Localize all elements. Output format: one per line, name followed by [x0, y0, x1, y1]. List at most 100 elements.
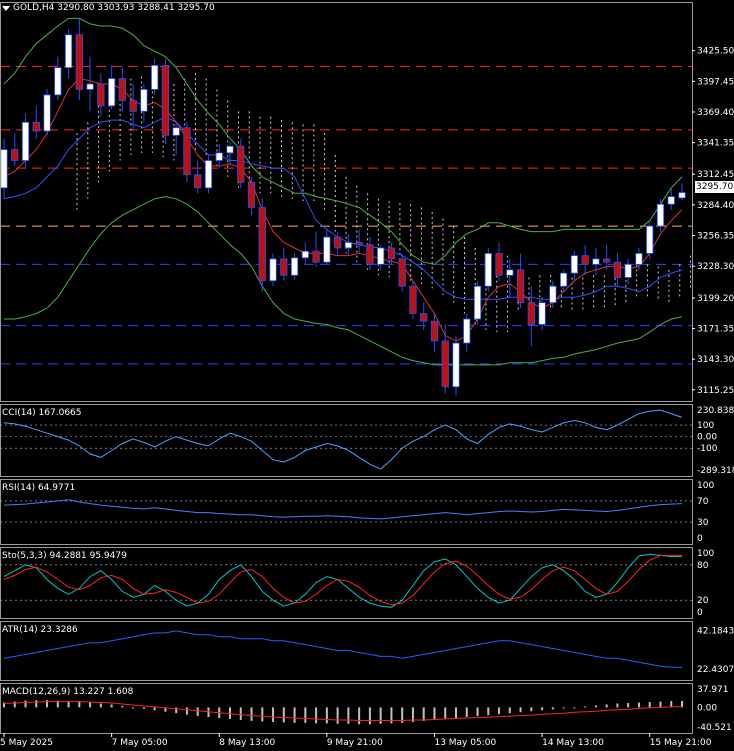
- candle: [581, 244, 589, 276]
- candle-body: [441, 340, 449, 388]
- candle-body: [43, 94, 51, 132]
- macd-bar: [110, 704, 113, 708]
- y-tick-label: 3228.30: [697, 262, 734, 272]
- macd-bar: [347, 707, 350, 724]
- y-tick-label: 3143.30: [697, 355, 734, 365]
- rsi-y-tick-label: 100: [697, 481, 714, 491]
- candle-body: [516, 269, 525, 304]
- macd-bar: [498, 707, 501, 715]
- candle: [452, 335, 460, 396]
- atr-y-tick-label: 42.1843: [697, 627, 734, 637]
- candle-body: [667, 196, 675, 205]
- candle: [247, 176, 256, 216]
- candle-body: [140, 89, 148, 112]
- macd-bar: [455, 707, 457, 719]
- candle: [43, 89, 51, 136]
- macd-bar: [465, 707, 468, 718]
- candle-body: [506, 269, 514, 276]
- y-tick-label: 3115.25: [697, 386, 734, 396]
- candle: [107, 65, 116, 110]
- x-tick-label: 9 May 21:00: [327, 738, 383, 748]
- candle-body: [86, 83, 94, 90]
- x-tick-label: 5 May 2025: [0, 738, 53, 748]
- macd-bar: [627, 703, 630, 708]
- rsi-y-tick-label: 70: [697, 497, 709, 507]
- macd-bar: [325, 707, 328, 724]
- trading-chart[interactable]: CCI(14) 167.0665 230.8381000.00-100-289.3…: [0, 0, 734, 751]
- macd-y-tick-label: -40.521: [697, 723, 732, 733]
- cci-y-tick-label: -289.318: [697, 466, 734, 476]
- candle-body: [635, 253, 643, 265]
- candle-body: [204, 160, 213, 189]
- rsi-line: [3, 499, 683, 520]
- macd-bar: [379, 707, 382, 724]
- x-tick-label: 13 May 05:00: [434, 738, 496, 748]
- y-tick-label: 3397.45: [697, 77, 734, 87]
- chart-labels: 3425.50 3397.45 3369.40 3341.35 3312.45 3284.…: [0, 47, 734, 748]
- macd-bar: [541, 707, 544, 711]
- macd-y-tick-label: 0.00: [697, 703, 717, 713]
- x-tick-label: 14 May 13:00: [542, 738, 604, 748]
- macd-bar: [272, 707, 275, 722]
- candle-body: [258, 207, 266, 282]
- candle-body: [656, 203, 665, 227]
- macd-bar: [239, 707, 242, 720]
- cci-line: [3, 409, 683, 470]
- candle: [237, 138, 245, 188]
- kijun-line: [3, 116, 683, 300]
- y-tick-label: 3312.45: [697, 170, 734, 180]
- candle-body: [452, 342, 460, 388]
- macd-bar: [508, 707, 511, 714]
- panel-cci: CCI(14) 167.0665 230.838 100 0.00-100 -289.3…: [0, 406, 734, 476]
- stochastic-y-tick-label: 20: [697, 596, 709, 606]
- candle-body: [592, 258, 600, 265]
- candle: [484, 247, 492, 292]
- candle: [21, 113, 30, 169]
- macd-bar: [153, 707, 156, 711]
- panel-atr: ATR(14) 23.3286 42.1843 22.4307: [2, 625, 734, 675]
- candle: [441, 324, 449, 394]
- macd-bar: [250, 707, 253, 721]
- candle: [161, 58, 170, 145]
- macd-bar: [358, 707, 361, 725]
- stochastic-y-tick-label: 100: [697, 549, 714, 559]
- candle: [151, 58, 159, 95]
- macd-bar: [594, 705, 597, 708]
- y-tick-label: 3425.50: [697, 47, 734, 57]
- y-tick-label: 3369.40: [697, 108, 734, 118]
- candle: [269, 253, 277, 287]
- candle-body: [333, 236, 342, 249]
- triangle-down-icon[interactable]: [2, 5, 10, 11]
- candle-body: [678, 192, 686, 199]
- candle: [398, 253, 406, 292]
- bb-lower-line: [4, 196, 683, 366]
- candle: [280, 247, 288, 281]
- candle-body: [0, 149, 8, 189]
- candle: [323, 229, 331, 265]
- candle-body: [21, 121, 30, 161]
- candle: [194, 160, 202, 194]
- candle: [312, 231, 320, 267]
- cci-y-tick-label: 100: [697, 421, 714, 431]
- candle-body: [237, 145, 245, 183]
- candle: [86, 56, 94, 112]
- panel-stochastic: Sto(5,3,3) 94.2881 95.9479 100 80 20 0: [0, 549, 714, 618]
- candle: [656, 198, 665, 232]
- candle: [183, 122, 191, 183]
- candle-body: [581, 255, 589, 265]
- macd-bar: [530, 707, 533, 712]
- candle: [11, 133, 19, 166]
- macd-bar: [637, 702, 640, 708]
- candle-body: [301, 250, 309, 259]
- candle-body: [226, 145, 234, 154]
- candle-body: [312, 250, 320, 263]
- panel-frame-rsi: [0, 479, 693, 545]
- candle: [204, 155, 213, 194]
- candle-body: [280, 258, 288, 276]
- macd-bar: [24, 700, 27, 708]
- price-panel[interactable]: [0, 17, 692, 396]
- macd-bar: [78, 701, 81, 708]
- macd-bar: [584, 706, 587, 708]
- atr-line: [3, 630, 683, 668]
- candle-body: [344, 242, 353, 249]
